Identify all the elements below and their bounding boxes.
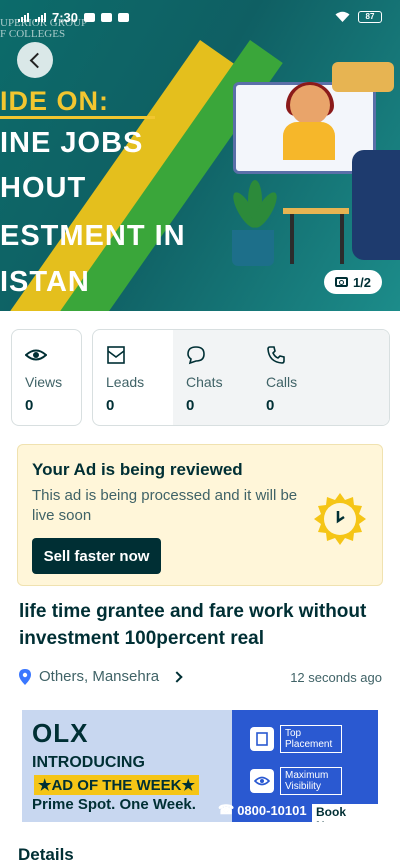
- youtube-icon: [84, 12, 96, 22]
- stat-leads[interactable]: Leads 0: [93, 330, 173, 425]
- ad-image-banner[interactable]: UPERIOR GROUP F COLLEGES IDE ON: INE JOB…: [0, 0, 400, 311]
- document-icon: [250, 727, 274, 751]
- photo-counter[interactable]: 1/2: [324, 270, 382, 294]
- photo-counter-text: 1/2: [352, 274, 372, 290]
- chat-icon: [187, 346, 205, 365]
- ad-location[interactable]: Others, Mansehra: [19, 668, 183, 685]
- banner-line-3: HOUT: [0, 172, 87, 204]
- promo-tagline: Prime Spot. One Week.: [32, 796, 196, 813]
- illustration-speech-bubble: [332, 62, 394, 92]
- promo-feature-visibility: Maximum Visibility: [250, 766, 342, 796]
- ad-of-the-week-promo[interactable]: OLX INTRODUCING ★AD OF THE WEEK★ Prime S…: [22, 710, 378, 822]
- wifi-icon: [335, 11, 350, 22]
- promo-ad-of-week: ★AD OF THE WEEK★: [34, 775, 199, 795]
- details-heading: Details: [18, 845, 74, 864]
- pending-clock-icon: [314, 493, 366, 545]
- sell-faster-button[interactable]: Sell faster now: [32, 538, 161, 574]
- illustration-plant-pot: [232, 230, 274, 266]
- review-title: Your Ad is being reviewed: [32, 460, 243, 479]
- chevron-right-icon: [171, 670, 183, 683]
- status-time: 7:30: [52, 9, 79, 25]
- camera-icon: [334, 277, 348, 287]
- book-now-button[interactable]: Book Now: [312, 804, 378, 822]
- phone-icon: ☎: [218, 802, 235, 817]
- mail-icon: [101, 12, 113, 22]
- banner-line-2: INE JOBS: [0, 127, 144, 159]
- ad-stats: Views 0 Leads 0 Chats 0 Calls 0: [11, 329, 390, 426]
- eye-icon: [25, 349, 47, 361]
- olx-logo: OLX: [32, 718, 89, 748]
- stat-chats[interactable]: Chats 0: [173, 330, 253, 425]
- status-bar: 7:30 87: [0, 0, 400, 34]
- illustration-face: [290, 85, 330, 125]
- review-description: This ad is being processed and it will b…: [32, 487, 298, 524]
- posted-time: 12 seconds ago: [290, 670, 382, 685]
- banner-line-4: ESTMENT IN: [0, 220, 186, 252]
- ad-title: life time grantee and fare work without …: [19, 601, 367, 649]
- phone-icon: [267, 346, 285, 364]
- promo-phone: ☎ 0800-10101: [218, 802, 307, 818]
- illustration-desk-leg: [340, 214, 344, 264]
- stat-calls[interactable]: Calls 0: [253, 330, 389, 425]
- review-status-card: Your Ad is being reviewed This ad is bei…: [17, 444, 383, 586]
- location-text: Others, Mansehra: [39, 668, 160, 685]
- promo-feature-top-placement: Top Placement: [250, 724, 342, 754]
- back-button[interactable]: [17, 42, 53, 78]
- stat-views: Views 0: [11, 329, 82, 426]
- banner-line-5: ISTAN: [0, 266, 90, 298]
- app-icon: [118, 12, 130, 22]
- signal-icon: [35, 12, 46, 22]
- chevron-left-icon: [29, 52, 45, 68]
- stat-engagement-group: Leads 0 Chats 0 Calls 0: [92, 329, 390, 426]
- banner-underline: [0, 116, 155, 119]
- signal-icon: [18, 12, 29, 22]
- illustration-body: [283, 122, 335, 160]
- illustration-desk-leg: [290, 214, 294, 264]
- banner-line-1: IDE ON:: [0, 86, 110, 116]
- location-pin-icon: [19, 668, 31, 685]
- eye-icon: [250, 769, 274, 793]
- illustration-chair: [352, 150, 400, 260]
- promo-introducing: INTRODUCING: [32, 754, 145, 771]
- battery-icon: 87: [358, 11, 382, 23]
- leads-icon: [107, 346, 125, 364]
